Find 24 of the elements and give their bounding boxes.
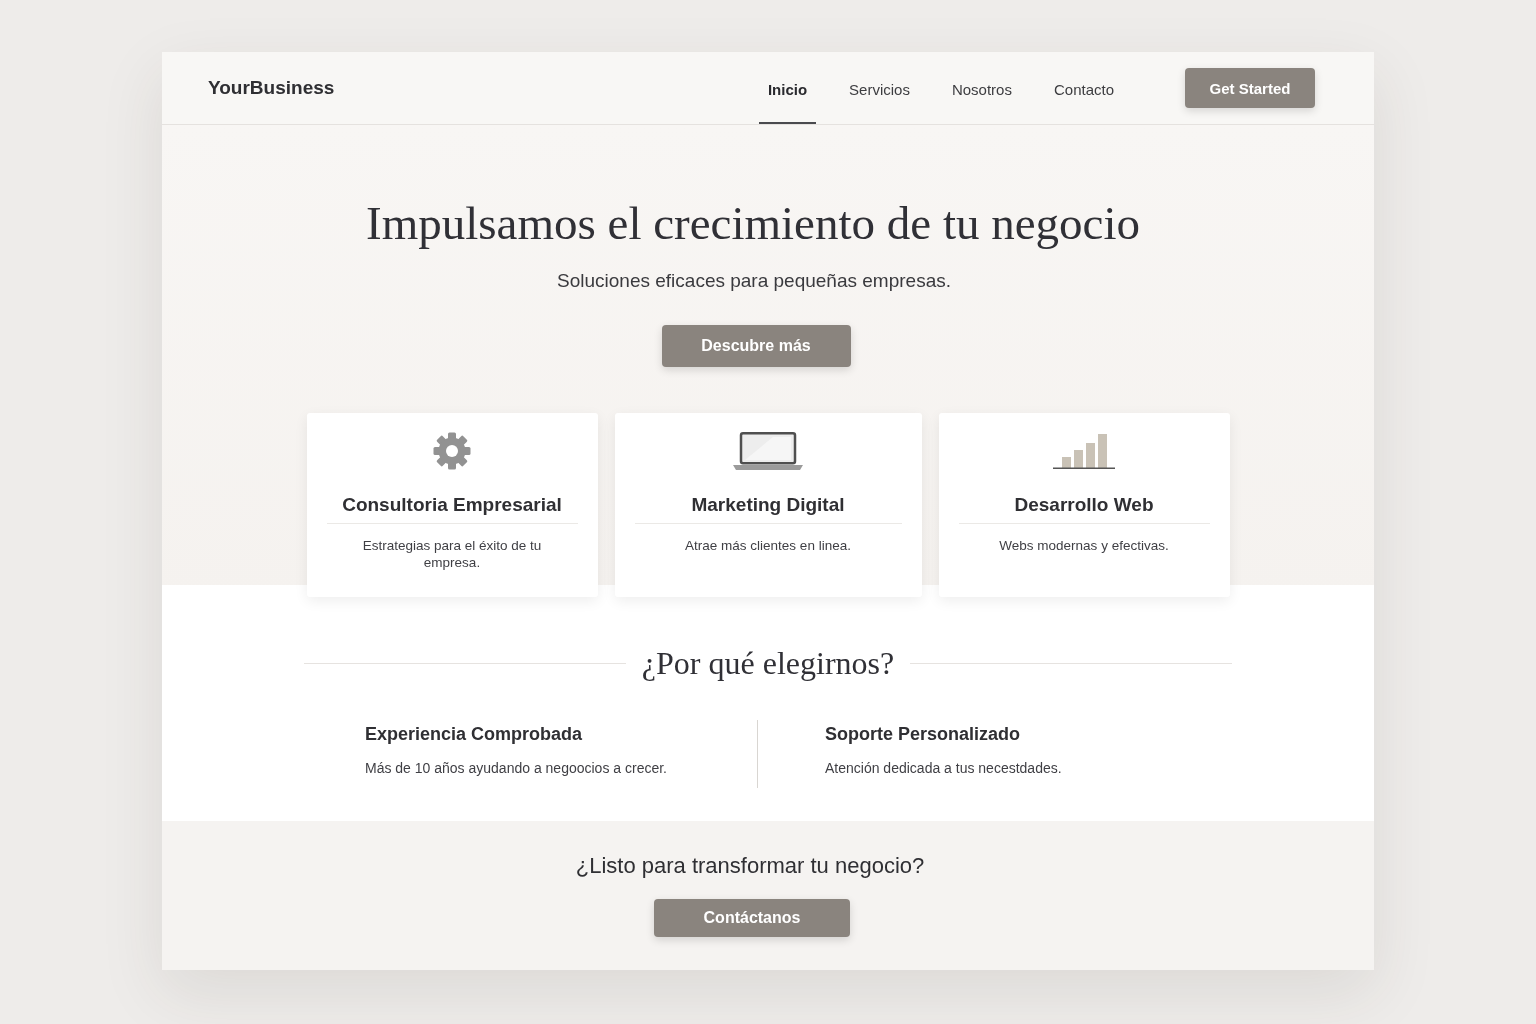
feature-title: Soporte Personalizado	[825, 723, 1022, 746]
service-title: Desarrollo Web	[1014, 493, 1154, 517]
hero-title: Impulsamos el crecimiento de tu negocio	[366, 196, 1140, 251]
discover-button[interactable]: Descubre más	[661, 325, 851, 367]
service-description: Webs modernas y efectivas.	[999, 537, 1169, 554]
nav-link[interactable]: Servicios	[840, 52, 919, 124]
get-started-button[interactable]: Get Started	[1185, 68, 1315, 108]
service-description: Atrae más clientes en linea.	[685, 537, 851, 554]
bar-chart-icon	[1053, 433, 1115, 469]
cta-title: ¿Listo para transformar tu negocio?	[575, 852, 925, 880]
nav-link[interactable]: Contacto	[1044, 52, 1123, 124]
feature-description: Atención dedicada a tus necestdades.	[825, 759, 1063, 778]
laptop-icon	[733, 432, 803, 470]
brand-logo: YourBusiness	[208, 77, 335, 99]
section-title: ¿Por qué elegirnos?	[641, 644, 895, 683]
gear-icon	[432, 431, 472, 471]
service-title: Consultoria Empresarial	[342, 493, 562, 517]
service-title: Marketing Digital	[691, 493, 845, 517]
nav-link[interactable]: Nosotros	[942, 52, 1021, 124]
feature-title: Experiencia Comprobada	[365, 723, 584, 746]
hero-subtitle: Soluciones eficaces para pequeñas empresas.	[557, 269, 951, 293]
contact-button[interactable]: Contáctanos	[654, 899, 850, 937]
service-description: Estrategias para el éxito de tu empresa.	[361, 537, 543, 571]
feature-description: Más de 10 años ayudando a negoocios a crecer.	[365, 759, 668, 778]
